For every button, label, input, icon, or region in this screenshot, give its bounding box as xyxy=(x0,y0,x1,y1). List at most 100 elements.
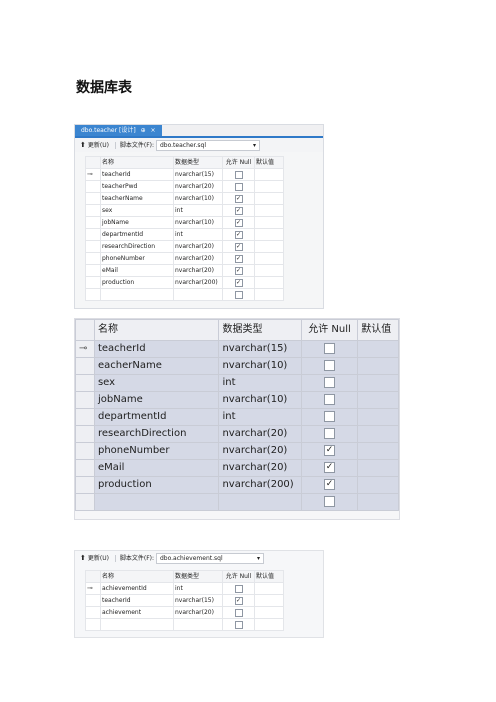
row-gutter[interactable] xyxy=(75,374,95,392)
column-name-cell[interactable]: departmentId xyxy=(93,408,220,426)
column-name-cell[interactable]: production xyxy=(93,476,220,494)
default-value-cell[interactable] xyxy=(254,288,284,301)
row-gutter[interactable]: ⊸ xyxy=(85,168,101,181)
data-type-cell[interactable] xyxy=(173,288,223,301)
data-type-cell[interactable]: int xyxy=(173,204,223,217)
allow-null-checkbox[interactable] xyxy=(234,620,243,629)
column-name-cell[interactable]: jobName xyxy=(93,391,220,409)
column-header[interactable]: 默认值 xyxy=(357,319,399,341)
row-gutter[interactable]: ⊸ xyxy=(75,340,95,358)
data-type-cell[interactable]: nvarchar(20) xyxy=(173,264,223,277)
column-header[interactable]: 允许 Null xyxy=(222,570,255,583)
data-type-cell[interactable]: nvarchar(200) xyxy=(218,476,302,494)
table-row[interactable]: jobName nvarchar(10) ✓ xyxy=(85,216,284,229)
data-type-cell[interactable]: nvarchar(10) xyxy=(218,391,302,409)
row-gutter[interactable] xyxy=(75,442,95,460)
default-value-cell[interactable] xyxy=(357,340,399,358)
allow-null-checkbox[interactable] xyxy=(234,182,243,191)
row-gutter[interactable] xyxy=(75,476,95,494)
default-value-cell[interactable] xyxy=(254,606,284,619)
default-value-cell[interactable] xyxy=(357,408,399,426)
table-row[interactable]: eMail nvarchar(20) ✓ xyxy=(85,264,284,277)
row-gutter[interactable] xyxy=(85,276,101,289)
data-type-cell[interactable]: int xyxy=(173,228,223,241)
row-gutter[interactable] xyxy=(75,357,95,375)
default-value-cell[interactable] xyxy=(254,618,284,631)
column-name-cell[interactable]: eMail xyxy=(93,459,220,477)
column-header[interactable]: 默认值 xyxy=(254,570,284,583)
allow-null-checkbox[interactable]: ✓ xyxy=(234,254,243,263)
column-header[interactable]: 数据类型 xyxy=(173,570,223,583)
column-header[interactable]: 数据类型 xyxy=(173,156,223,169)
row-gutter[interactable] xyxy=(75,493,95,511)
column-name-cell[interactable] xyxy=(100,618,174,631)
default-value-cell[interactable] xyxy=(254,594,284,607)
allow-null-checkbox[interactable]: ✓ xyxy=(324,444,336,456)
data-type-cell[interactable]: int xyxy=(173,582,223,595)
data-type-cell[interactable]: nvarchar(20) xyxy=(218,459,302,477)
table-row[interactable]: sex int xyxy=(75,374,399,392)
allow-null-checkbox[interactable]: ✓ xyxy=(234,278,243,287)
column-header[interactable]: 允许 Null xyxy=(300,319,359,341)
table-row[interactable]: departmentId int ✓ xyxy=(85,228,284,241)
script-file-dropdown[interactable]: dbo.achievement.sql ▾ xyxy=(155,553,264,564)
pin-icon[interactable]: ⊕ xyxy=(141,127,146,134)
allow-null-checkbox[interactable] xyxy=(324,410,336,422)
allow-null-checkbox[interactable]: ✓ xyxy=(234,242,243,251)
new-row[interactable] xyxy=(85,288,284,301)
data-type-cell[interactable] xyxy=(173,618,223,631)
table-row[interactable]: teacherPwd nvarchar(20) xyxy=(85,180,284,193)
column-name-cell[interactable]: teacherPwd xyxy=(100,180,174,193)
row-gutter[interactable] xyxy=(85,240,101,253)
row-gutter[interactable] xyxy=(75,391,95,409)
column-name-cell[interactable]: phoneNumber xyxy=(93,442,220,460)
table-row[interactable]: researchDirection nvarchar(20) xyxy=(75,425,399,443)
allow-null-checkbox[interactable] xyxy=(234,584,243,593)
default-value-cell[interactable] xyxy=(254,240,284,253)
allow-null-checkbox[interactable] xyxy=(324,393,336,405)
tab-teacher-design[interactable]: dbo.teacher [设计] ⊕ × xyxy=(75,125,162,136)
data-type-cell[interactable]: nvarchar(20) xyxy=(218,442,302,460)
column-name-cell[interactable]: teacherName xyxy=(100,192,174,205)
new-row[interactable] xyxy=(75,493,399,511)
table-row[interactable]: ⊸ teacherId nvarchar(15) xyxy=(75,340,399,358)
allow-null-checkbox[interactable]: ✓ xyxy=(234,206,243,215)
allow-null-checkbox[interactable] xyxy=(324,427,336,439)
column-name-cell[interactable]: teacherId xyxy=(100,594,174,607)
row-gutter[interactable] xyxy=(85,192,101,205)
column-name-cell[interactable]: jobName xyxy=(100,216,174,229)
default-value-cell[interactable] xyxy=(254,204,284,217)
row-gutter[interactable] xyxy=(85,180,101,193)
column-name-cell[interactable]: sex xyxy=(93,374,220,392)
default-value-cell[interactable] xyxy=(254,192,284,205)
table-row[interactable]: teacherId nvarchar(15) ✓ xyxy=(85,594,284,607)
table-row[interactable]: eMail nvarchar(20) ✓ xyxy=(75,459,399,477)
column-name-cell[interactable]: achievementId xyxy=(100,582,174,595)
table-row[interactable]: eacherName nvarchar(10) xyxy=(75,357,399,375)
row-gutter[interactable] xyxy=(75,459,95,477)
data-type-cell[interactable]: int xyxy=(218,408,302,426)
data-type-cell[interactable]: nvarchar(20) xyxy=(218,425,302,443)
default-value-cell[interactable] xyxy=(254,168,284,181)
default-value-cell[interactable] xyxy=(357,476,399,494)
allow-null-checkbox[interactable] xyxy=(324,359,336,371)
default-value-cell[interactable] xyxy=(357,459,399,477)
column-name-cell[interactable]: departmentId xyxy=(100,228,174,241)
allow-null-checkbox[interactable]: ✓ xyxy=(234,194,243,203)
data-type-cell[interactable]: nvarchar(10) xyxy=(218,357,302,375)
allow-null-checkbox[interactable]: ✓ xyxy=(234,230,243,239)
row-gutter[interactable] xyxy=(85,252,101,265)
update-button[interactable]: 更新(U) xyxy=(88,142,109,149)
row-gutter[interactable] xyxy=(85,216,101,229)
allow-null-checkbox[interactable] xyxy=(234,170,243,179)
default-value-cell[interactable] xyxy=(254,276,284,289)
data-type-cell[interactable]: nvarchar(10) xyxy=(173,192,223,205)
table-row[interactable]: jobName nvarchar(10) xyxy=(75,391,399,409)
data-type-cell[interactable]: nvarchar(15) xyxy=(218,340,302,358)
data-type-cell[interactable]: int xyxy=(218,374,302,392)
column-name-cell[interactable]: researchDirection xyxy=(100,240,174,253)
allow-null-checkbox[interactable]: ✓ xyxy=(324,478,336,490)
column-name-cell[interactable]: teacherId xyxy=(100,168,174,181)
row-gutter[interactable] xyxy=(85,228,101,241)
default-value-cell[interactable] xyxy=(254,252,284,265)
